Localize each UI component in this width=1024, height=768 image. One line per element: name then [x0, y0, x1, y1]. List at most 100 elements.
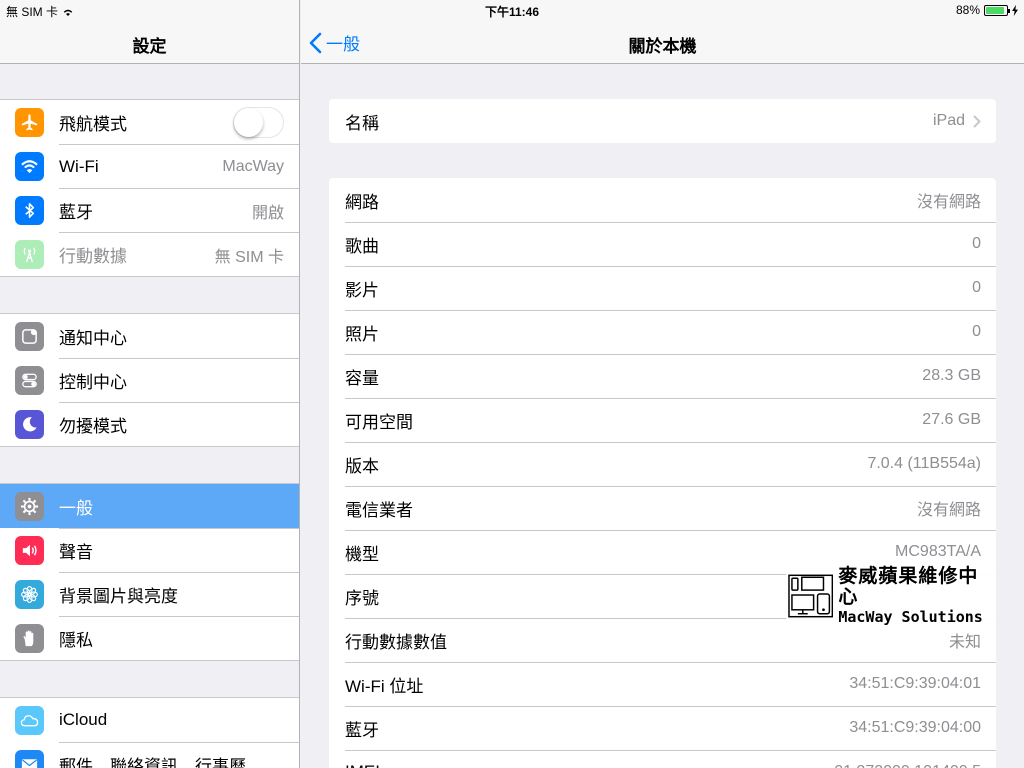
sidebar-item-content: 飛航模式	[59, 100, 299, 144]
bolt-icon	[1012, 4, 1018, 16]
info-row-value: 沒有網路	[916, 194, 981, 211]
info-row: 版本 7.0.4 (11B554a)	[329, 442, 996, 486]
info-row-label: Wi-Fi 位址	[345, 676, 424, 696]
sidebar-item[interactable]: 勿擾模式	[0, 402, 299, 446]
sidebar-item-content: Wi-Fi MacWay	[59, 144, 299, 188]
sidebar-item-label: 行動數據	[59, 247, 127, 266]
info-row: 歌曲 0	[329, 222, 996, 266]
sidebar-item-label: 飛航模式	[59, 114, 127, 134]
control-center-icon	[15, 365, 44, 395]
sidebar-item[interactable]: Wi-Fi MacWay	[0, 144, 299, 188]
sidebar-item[interactable]: 藍牙 開啟	[0, 188, 299, 232]
status-right: 88%	[956, 3, 1018, 17]
sidebar-item-label: 控制中心	[59, 373, 127, 392]
sidebar-group: iCloud 郵件、聯絡資訊、行事曆	[0, 697, 299, 768]
gear-icon	[15, 491, 44, 521]
sidebar-item[interactable]: iCloud	[0, 698, 299, 742]
sidebar-item[interactable]: 隱私	[0, 616, 299, 660]
name-row-label: 名稱	[345, 113, 379, 133]
info-row: 網路 沒有網路	[329, 178, 996, 222]
info-row-label: 容量	[345, 368, 379, 388]
info-row-label: IMEI	[345, 762, 380, 768]
info-row-label: 藍牙	[345, 720, 379, 740]
sidebar-item-label: 背景圖片與亮度	[59, 587, 178, 606]
logo-title-en: MacWay Solutions	[838, 607, 983, 626]
sidebar-item[interactable]: 背景圖片與亮度	[0, 572, 299, 616]
bluetooth-icon	[15, 195, 44, 225]
flower-icon	[15, 579, 44, 609]
sidebar-item-content: iCloud	[59, 698, 299, 742]
name-group: 名稱 iPad	[329, 99, 996, 143]
sidebar-item-content: 藍牙 開啟	[59, 188, 299, 232]
info-row-label: 行動數據數值	[345, 632, 447, 652]
sidebar-item-content: 隱私	[59, 616, 299, 660]
info-row-label: 網路	[345, 192, 379, 212]
status-bar: 無 SIM 卡 下午11:46 88%	[0, 0, 1024, 20]
name-row[interactable]: 名稱 iPad	[329, 99, 996, 143]
info-row-label: 影片	[345, 280, 379, 300]
macway-logo: 麥威蘋果維修中心 MacWay Solutions	[786, 566, 996, 625]
mail-icon	[15, 749, 44, 768]
info-row-label: 電信業者	[345, 500, 413, 520]
airplane-mode-toggle[interactable]	[233, 106, 284, 138]
sidebar-groups: 飛航模式 Wi-Fi MacWay 藍牙 開啟行動數據 無 SIM 卡通知中心控制中心勿擾…	[0, 99, 299, 768]
sidebar-item-content: 通知中心	[59, 314, 299, 358]
sidebar-item-content: 聲音	[59, 528, 299, 572]
info-row: 照片 0	[329, 310, 996, 354]
sidebar-item[interactable]: 控制中心	[0, 358, 299, 402]
sidebar-item-content: 背景圖片與亮度	[59, 572, 299, 616]
sidebar-item[interactable]: 通知中心	[0, 314, 299, 358]
antenna-icon	[15, 239, 44, 269]
info-row: IMEI 01 273000 101400 5	[329, 750, 996, 768]
info-row-value: 0	[972, 279, 981, 296]
sidebar-item-label: 勿擾模式	[59, 417, 127, 436]
devices-logo-icon	[788, 574, 834, 618]
speaker-icon	[15, 535, 44, 565]
sidebar-item-content: 勿擾模式	[59, 402, 299, 446]
sidebar-item-value: 開啟	[251, 204, 284, 222]
status-time: 下午11:46	[484, 5, 540, 19]
sidebar-item-content: 行動數據 無 SIM 卡	[59, 232, 299, 276]
info-row-label: 可用空間	[345, 412, 413, 432]
settings-sidebar: 設定 飛航模式 Wi-Fi MacWay 藍牙 開啟 行動數據 無 SIM 卡通知中心 控制中…	[0, 0, 300, 768]
info-row-value: 0	[972, 235, 981, 252]
info-row-label: 歌曲	[345, 236, 379, 256]
info-row-label: 照片	[345, 324, 379, 344]
info-row-value: 沒有網路	[916, 502, 981, 519]
battery-percent: 88%	[955, 3, 980, 17]
info-row-value: 28.3 GB	[922, 367, 981, 384]
sidebar-group: 飛航模式 Wi-Fi MacWay 藍牙 開啟行動數據 無 SIM 卡	[0, 99, 299, 277]
sidebar-item[interactable]: 一般	[0, 484, 299, 528]
name-row-value: iPad	[932, 112, 965, 129]
info-row-value: 34:51:C9:39:04:00	[849, 719, 981, 736]
info-row: 可用空間 27.6 GB	[329, 398, 996, 442]
info-row-label: 機型	[345, 544, 379, 564]
info-row-value: 01 273000 101400 5	[834, 763, 981, 768]
chevron-right-icon	[973, 115, 981, 127]
sidebar-item-value: 無 SIM 卡	[214, 248, 284, 266]
info-row: 藍牙 34:51:C9:39:04:00	[329, 706, 996, 750]
sidebar-item-content: 郵件、聯絡資訊、行事曆	[59, 742, 299, 768]
notification-center-icon	[15, 321, 44, 351]
sidebar-item[interactable]: 郵件、聯絡資訊、行事曆	[0, 742, 299, 768]
sidebar-item-label: Wi-Fi	[59, 156, 99, 176]
sidebar-item[interactable]: 飛航模式	[0, 100, 299, 144]
sidebar-item-label: 隱私	[59, 631, 93, 650]
info-row-value: 未知	[948, 634, 981, 651]
logo-title-cn: 麥威蘋果維修中心	[838, 565, 979, 608]
name-row-value-wrap: iPad	[933, 112, 981, 130]
sidebar-item[interactable]: 行動數據 無 SIM 卡	[0, 232, 299, 276]
cloud-icon	[15, 705, 44, 735]
moon-icon	[15, 409, 44, 439]
about-panel: 一般 關於本機 名稱 iPad 網路 沒有網路 歌曲 0 影片 0 照片 0 容量 28.3 GB…	[301, 0, 1024, 768]
sidebar-item-label: 郵件、聯絡資訊、行事曆	[59, 757, 246, 768]
sidebar-item-label: 藍牙	[59, 203, 93, 222]
sidebar-item-label: 聲音	[59, 543, 93, 562]
battery-icon	[984, 4, 1010, 16]
airplane-icon	[15, 107, 44, 137]
sidebar-group: 一般聲音背景圖片與亮度 隱私	[0, 483, 299, 661]
sidebar-item-content: 控制中心	[59, 358, 299, 402]
sidebar-item[interactable]: 聲音	[0, 528, 299, 572]
sidebar-item-label: iCloud	[59, 710, 108, 729]
info-row: 電信業者 沒有網路	[329, 486, 996, 530]
